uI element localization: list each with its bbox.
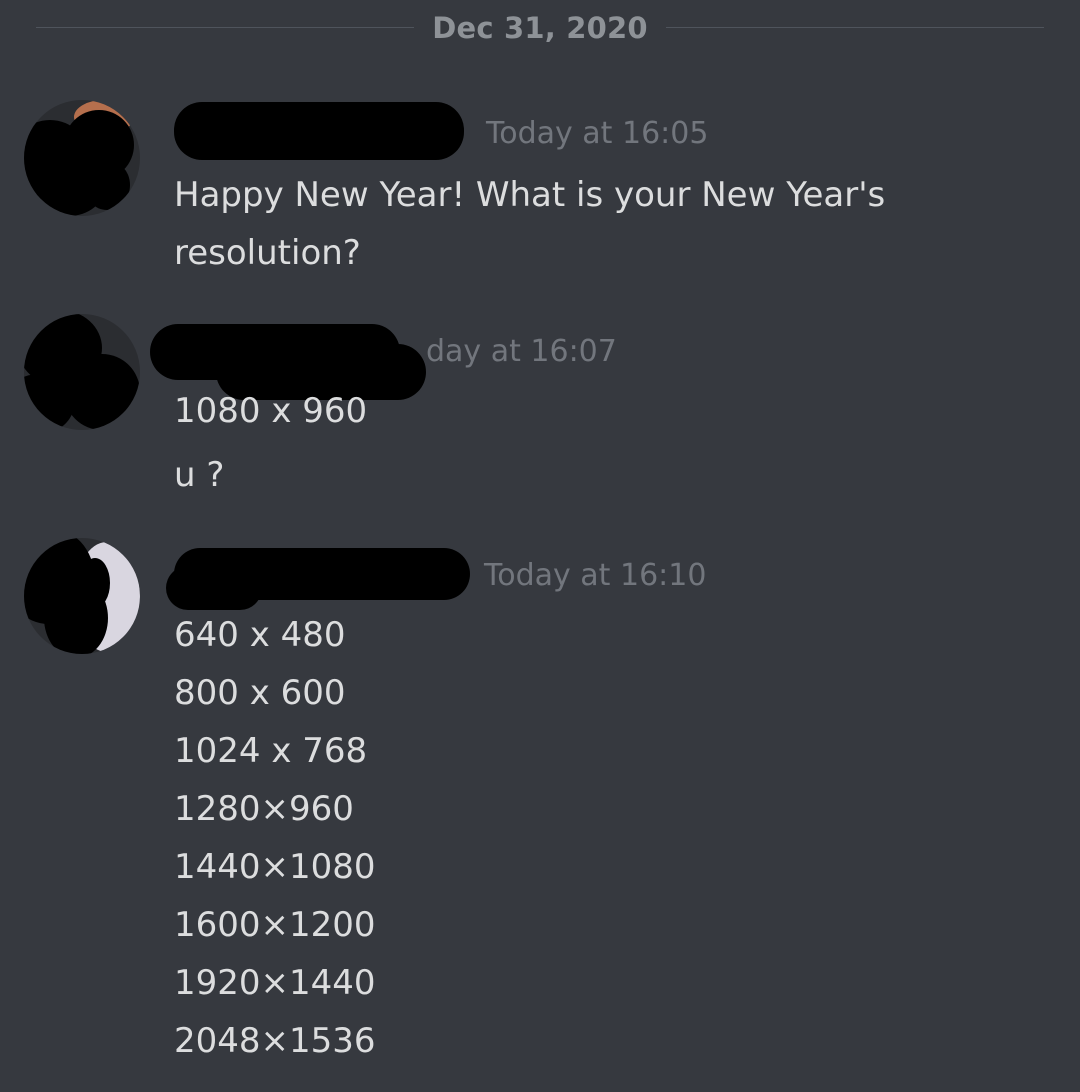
redacted-username [174,102,464,160]
divider-line-right [666,27,1044,28]
message-text: u ? [174,455,225,495]
message-text: 800 x 600 [174,673,346,713]
message-text: 640 x 480 [174,615,346,655]
message-text: 1920×1440 [174,963,376,1003]
avatar[interactable] [24,538,140,654]
message-text: 1024 x 768 [174,731,368,771]
divider-line-left [36,27,414,28]
avatar[interactable] [24,100,140,216]
message-text: 2048×1536 [174,1021,376,1061]
message-text: Happy New Year! What is your New Year's [174,175,886,215]
message-timestamp: Today at 16:05 [486,116,709,151]
redacted-username [166,566,262,610]
avatar[interactable] [24,314,140,430]
message-text: 1600×1200 [174,905,376,945]
message-text: 1280×960 [174,789,354,829]
message-timestamp: day at 16:07 [426,334,617,369]
message-timestamp: Today at 16:10 [484,558,707,593]
date-divider-label: Dec 31, 2020 [432,11,648,45]
message-text: 1440×1080 [174,847,376,887]
date-divider: Dec 31, 2020 [36,8,1044,48]
message-text: 1080 x 960 [174,391,368,431]
message-text: resolution? [174,233,361,273]
